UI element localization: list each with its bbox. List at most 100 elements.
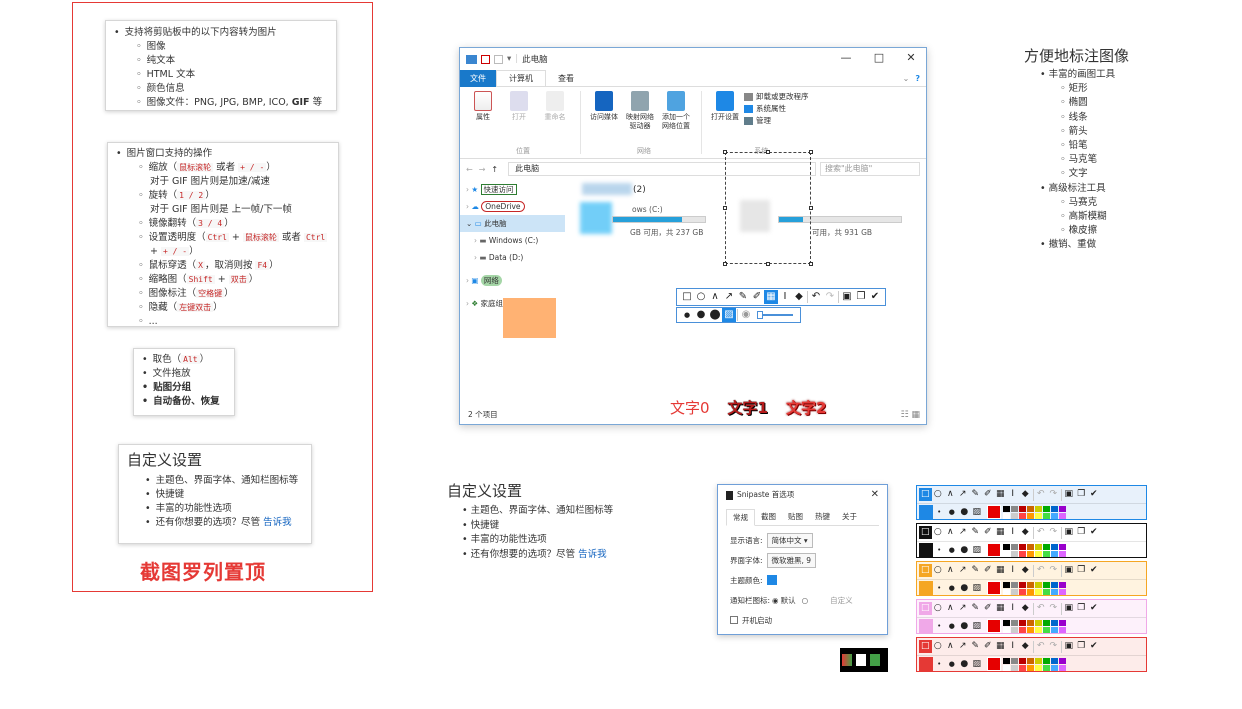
text-icon[interactable]: I [778, 290, 792, 304]
resize-handle[interactable] [809, 206, 813, 210]
map-drive-button[interactable]: 映射网络驱动器 [623, 91, 657, 154]
startup-checkbox[interactable] [730, 616, 738, 624]
ellipse-icon[interactable]: ○ [932, 526, 945, 539]
color-swatch[interactable] [1027, 657, 1034, 664]
copy-icon[interactable]: ❐ [854, 290, 868, 304]
color-swatch[interactable] [1051, 512, 1058, 519]
mosaic-pattern-icon[interactable]: ▨ [971, 620, 984, 633]
forward-icon[interactable]: → [479, 165, 486, 174]
color-swatch[interactable] [1027, 581, 1034, 588]
pencil-icon[interactable]: ✎ [969, 640, 982, 653]
color-swatch[interactable] [1011, 664, 1018, 671]
copy-icon[interactable]: ❐ [1075, 488, 1088, 501]
ellipse-icon[interactable]: ○ [694, 290, 708, 304]
arrow-icon[interactable]: ↗ [957, 602, 970, 615]
undo-icon[interactable]: ↶ [1035, 602, 1048, 615]
tab-hotkeys[interactable]: 热键 [809, 509, 836, 525]
color-swatch[interactable] [1043, 626, 1050, 633]
arrow-icon[interactable]: ↗ [957, 526, 970, 539]
color-swatch[interactable] [1059, 588, 1066, 595]
copy-icon[interactable]: ❐ [1075, 526, 1088, 539]
strength-slider[interactable] [757, 311, 793, 319]
open-settings-button[interactable]: 打开设置 [708, 91, 742, 154]
rectangle-icon[interactable]: □ [919, 602, 932, 615]
color-swatch[interactable] [1035, 512, 1042, 519]
tab-computer[interactable]: 计算机 [496, 70, 546, 86]
undo-icon[interactable]: ↶ [1035, 488, 1048, 501]
color-swatch[interactable] [1027, 550, 1034, 557]
resize-handle[interactable] [766, 262, 770, 266]
nav-this-pc[interactable]: ⌄ ▭ 此电脑 [460, 215, 565, 232]
color-swatch[interactable] [1059, 581, 1066, 588]
color-swatch[interactable] [1027, 664, 1034, 671]
color-swatch[interactable] [1003, 664, 1010, 671]
color-swatch[interactable] [1043, 588, 1050, 595]
close-icon[interactable]: ✕ [871, 485, 879, 505]
redo-icon[interactable]: ↷ [1047, 526, 1060, 539]
save-icon[interactable]: ▣ [1063, 526, 1076, 539]
color-swatch[interactable] [1043, 619, 1050, 626]
color-swatch[interactable] [1003, 581, 1010, 588]
color-swatch[interactable] [1027, 512, 1034, 519]
marker-icon[interactable]: ✐ [982, 564, 995, 577]
color-swatch[interactable] [1027, 543, 1034, 550]
redo-icon[interactable]: ↷ [1047, 564, 1060, 577]
undo-icon[interactable]: ↶ [1035, 526, 1048, 539]
color-swatch[interactable] [1003, 512, 1010, 519]
color-swatch[interactable] [1043, 550, 1050, 557]
properties-button[interactable]: 属性 [466, 91, 500, 154]
pencil-icon[interactable]: ✎ [969, 602, 982, 615]
access-media-button[interactable]: 访问媒体 [587, 91, 621, 154]
medium-dot-icon[interactable]: ● [946, 658, 959, 671]
color-swatch[interactable] [1003, 505, 1010, 512]
large-dot-icon[interactable]: ● [958, 620, 971, 633]
arrow-icon[interactable]: ↗ [722, 290, 736, 304]
nav-drive-c[interactable]: › ▬ Windows (C:) [460, 232, 565, 249]
marker-icon[interactable]: ✐ [982, 488, 995, 501]
large-dot-icon[interactable]: ● [708, 308, 722, 322]
color-swatch[interactable] [1051, 550, 1058, 557]
text-icon[interactable]: I [1007, 488, 1020, 501]
line-icon[interactable]: ∧ [944, 602, 957, 615]
rectangle-icon[interactable]: □ [680, 290, 694, 304]
check-icon[interactable]: ✔ [1088, 564, 1101, 577]
color-swatch[interactable] [1059, 512, 1066, 519]
arrow-icon[interactable]: ↗ [957, 564, 970, 577]
mosaic-icon[interactable]: ▦ [994, 488, 1007, 501]
small-dot-icon[interactable]: • [933, 582, 946, 595]
tab-about[interactable]: 关于 [836, 509, 863, 525]
eraser-icon[interactable]: ◆ [1019, 602, 1032, 615]
resize-handle[interactable] [809, 150, 813, 154]
large-dot-icon[interactable]: ● [958, 506, 971, 519]
color-swatch[interactable] [1003, 588, 1010, 595]
ellipse-icon[interactable]: ○ [932, 488, 945, 501]
help-icon[interactable]: ? [913, 74, 926, 83]
view-toggle-icons[interactable]: ☷ ▦ [901, 410, 920, 420]
line-icon[interactable]: ∧ [708, 290, 722, 304]
rectangle-icon[interactable]: □ [919, 564, 932, 577]
color-swatch[interactable] [1043, 657, 1050, 664]
font-field[interactable]: 微软雅黑, 9 [766, 552, 817, 568]
pencil-icon[interactable]: ✎ [969, 488, 982, 501]
arrow-icon[interactable]: ↗ [957, 488, 970, 501]
color-swatch[interactable] [1019, 619, 1026, 626]
mosaic-icon[interactable]: ▦ [994, 640, 1007, 653]
minimize-button[interactable]: — [832, 51, 860, 64]
blur-icon[interactable]: ◉ [739, 308, 753, 322]
radio-default[interactable]: ◉ [772, 596, 779, 605]
color-swatch[interactable] [1043, 581, 1050, 588]
color-swatch[interactable] [1035, 588, 1042, 595]
color-swatch[interactable] [1019, 543, 1026, 550]
medium-dot-icon[interactable]: ● [694, 308, 708, 322]
mosaic-icon[interactable]: ▦ [994, 564, 1007, 577]
pencil-icon[interactable]: ✎ [736, 290, 750, 304]
ellipse-icon[interactable]: ○ [932, 640, 945, 653]
text-icon[interactable]: I [1007, 602, 1020, 615]
tab-paste[interactable]: 贴图 [782, 509, 809, 525]
text-icon[interactable]: I [1007, 640, 1020, 653]
color-swatch[interactable] [1035, 550, 1042, 557]
mosaic-pattern-icon[interactable]: ▨ [722, 308, 736, 322]
rectangle-icon[interactable]: □ [919, 640, 932, 653]
color-swatch[interactable] [1059, 626, 1066, 633]
color-swatch[interactable] [1059, 543, 1066, 550]
